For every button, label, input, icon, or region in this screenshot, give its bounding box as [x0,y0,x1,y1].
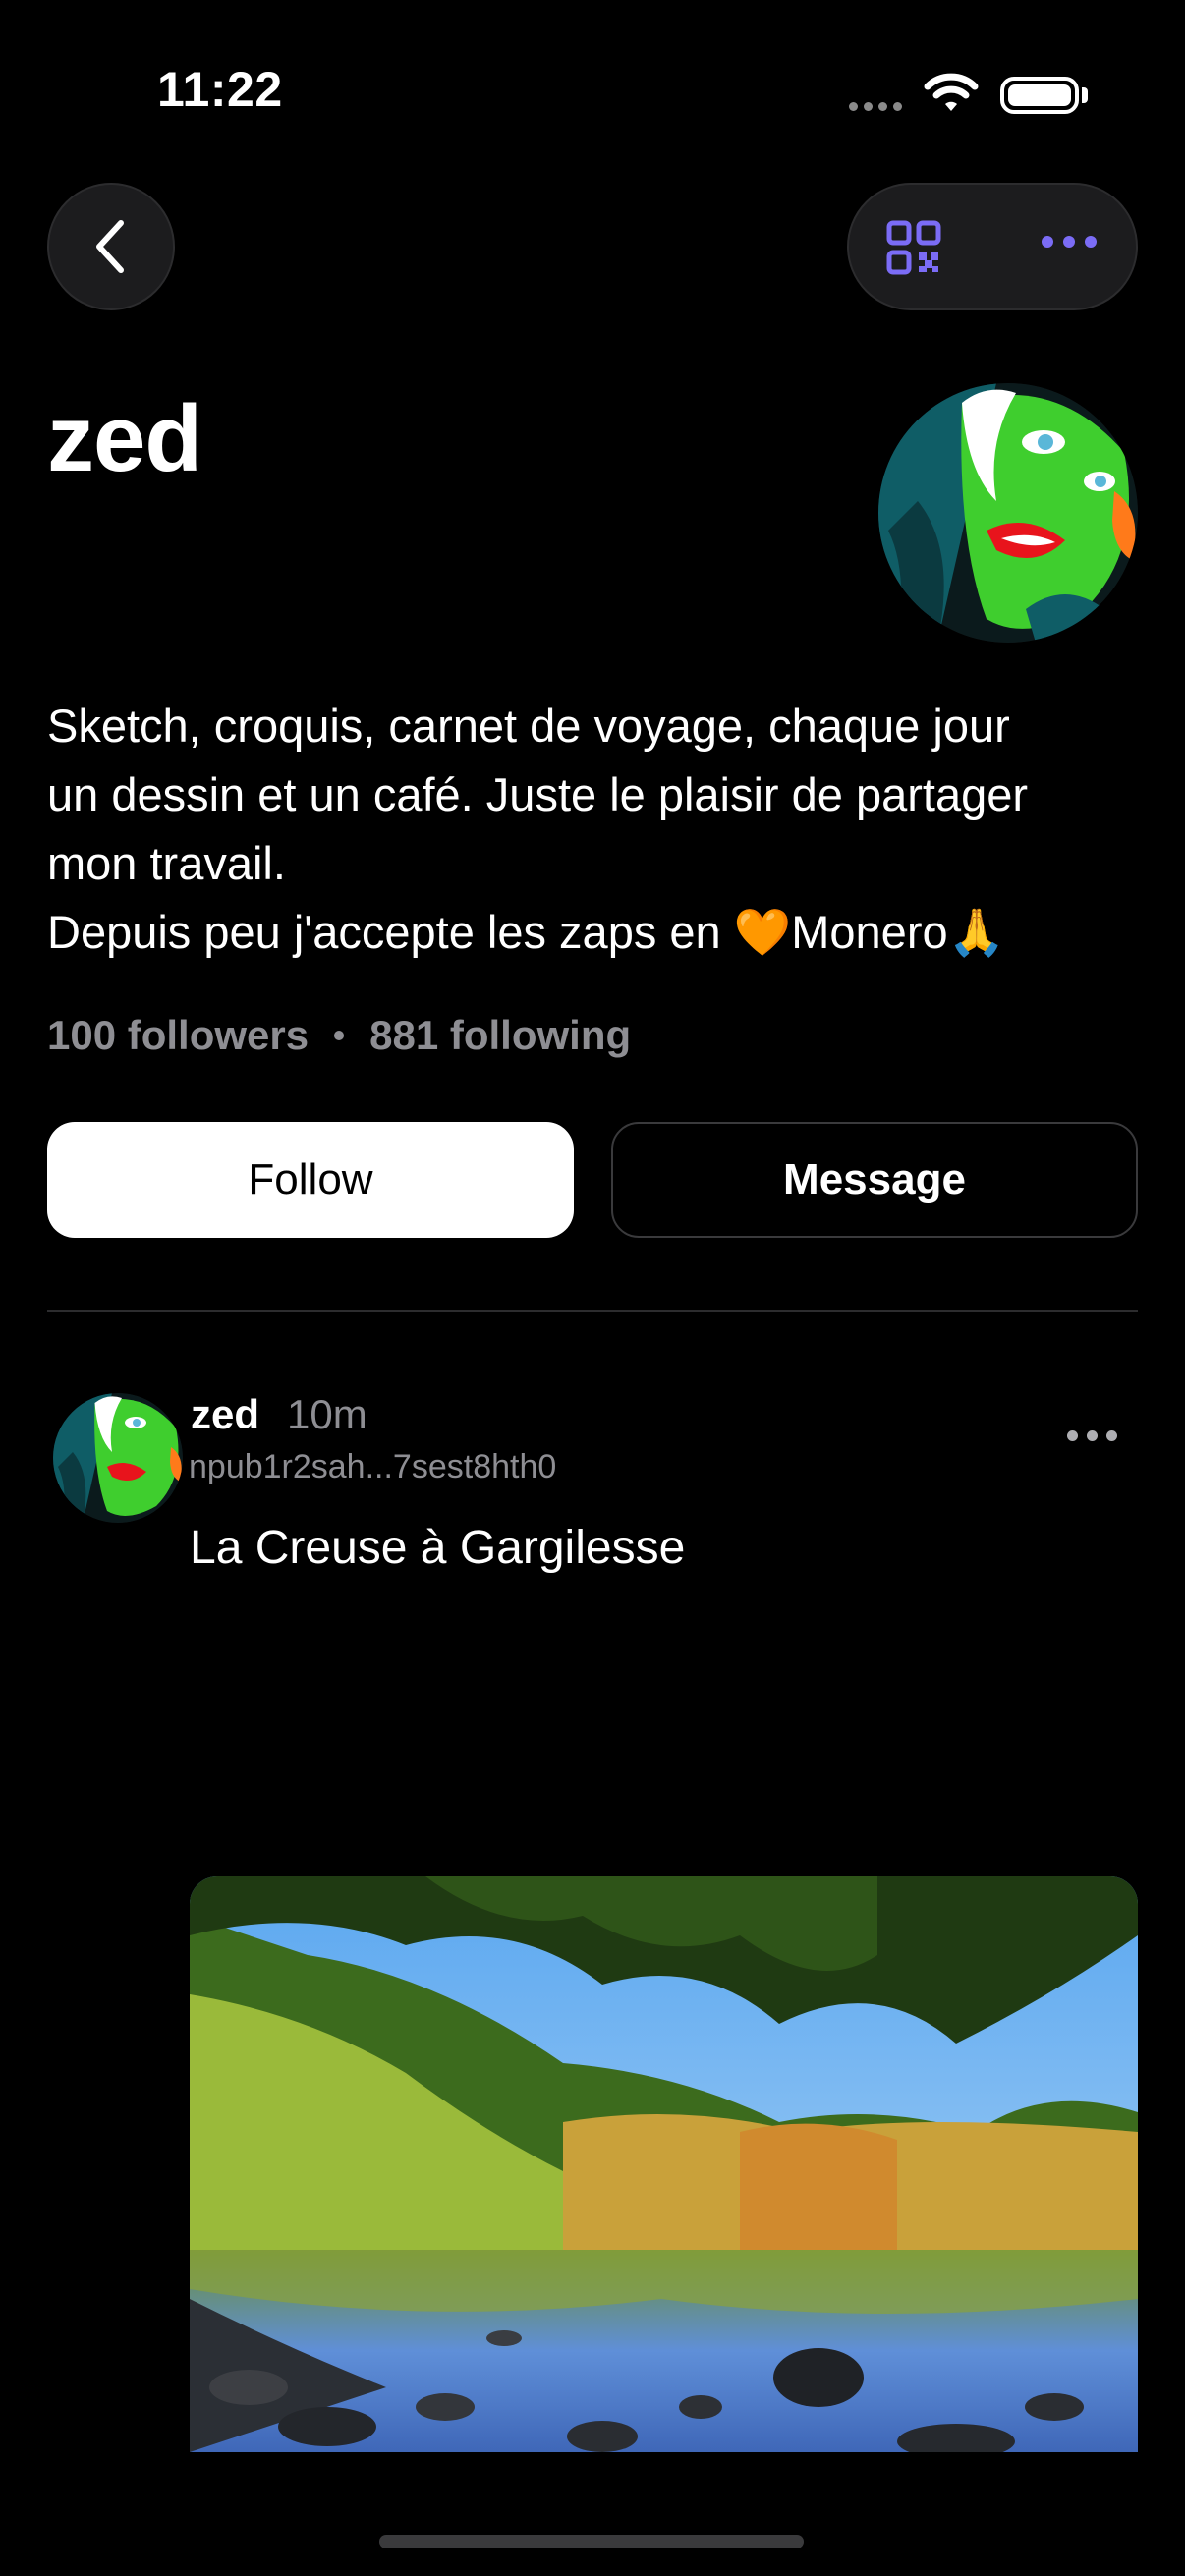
post-timestamp: 10m [287,1391,367,1437]
cellular-signal-icon [849,102,902,111]
profile-stats: 100 followers 881 following [47,1012,631,1059]
post-author-npub: npub1r2sah...7sest8hth0 [189,1448,557,1485]
chevron-left-icon [96,220,124,273]
following-count[interactable]: 881 following [369,1012,631,1059]
qr-code-icon[interactable] [886,220,941,275]
back-button[interactable] [47,183,175,310]
home-indicator[interactable] [379,2535,804,2548]
profile-name: zed [47,386,202,491]
profile-avatar[interactable] [878,383,1138,643]
message-button[interactable]: Message [611,1122,1138,1238]
post-text: La Creuse à Gargilesse [190,1522,686,1574]
battery-icon [1000,77,1079,114]
wifi-icon [924,73,979,111]
post-image[interactable] [190,1876,1138,2452]
status-time: 11:22 [157,62,283,117]
battery-cap [1082,87,1088,103]
post-author-avatar[interactable] [53,1393,183,1523]
more-options-icon[interactable] [1042,236,1097,248]
followers-count[interactable]: 100 followers [47,1012,309,1059]
profile-bio: Sketch, croquis, carnet de voyage, chaqu… [47,700,1029,958]
separator-dot [334,1031,345,1040]
divider [47,1310,1138,1312]
post-author-name[interactable]: zed [191,1391,259,1438]
follow-button[interactable]: Follow [47,1122,574,1238]
post-more-icon[interactable] [1067,1430,1117,1441]
